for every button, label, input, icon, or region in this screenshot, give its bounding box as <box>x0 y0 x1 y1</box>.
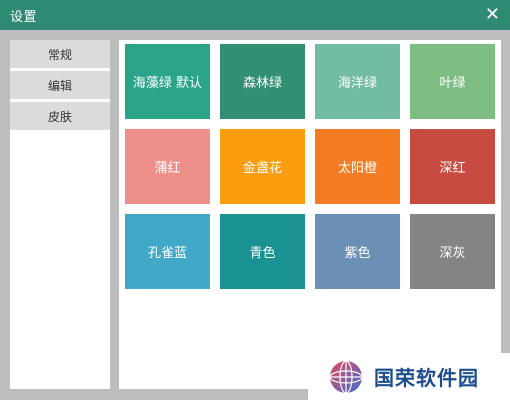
skin-swatch-purple[interactable]: 紫色 <box>315 214 400 289</box>
skin-label: 深红 <box>439 161 466 176</box>
skin-swatch-seaweed-green[interactable]: 海藻绿 默认 <box>125 44 210 119</box>
skin-label: 青色 <box>249 246 276 261</box>
skin-grid: 海藻绿 默认 森林绿 海洋绿 叶绿 蒲红 金盏花 太阳橙 深红 孔雀蓝 青色 紫… <box>125 44 495 289</box>
skin-label: 海洋绿 <box>337 76 377 91</box>
close-icon[interactable]: ✕ <box>485 6 500 24</box>
watermark: 国荣软件园 <box>308 353 510 400</box>
watermark-text: 国荣软件园 <box>374 366 479 390</box>
skin-swatch-pink[interactable]: 蒲红 <box>125 129 210 204</box>
skin-label: 深灰 <box>439 246 466 261</box>
skin-label: 金盏花 <box>242 161 282 176</box>
skin-label: 太阳橙 <box>337 161 377 176</box>
title-bar: 设置 ✕ <box>0 0 510 30</box>
window-title: 设置 <box>10 9 38 25</box>
sidebar-item-label: 编辑 <box>47 78 72 93</box>
skin-swatch-forest-green[interactable]: 森林绿 <box>220 44 305 119</box>
skin-swatch-sun-orange[interactable]: 太阳橙 <box>315 129 400 204</box>
skin-swatch-cyan[interactable]: 青色 <box>220 214 305 289</box>
sidebar-item-general[interactable]: 常规 <box>10 40 110 68</box>
skin-label: 蒲红 <box>154 161 181 176</box>
skin-label: 叶绿 <box>439 76 466 91</box>
skin-swatch-dark-gray[interactable]: 深灰 <box>410 214 495 289</box>
skin-swatch-dark-red[interactable]: 深红 <box>410 129 495 204</box>
globe-logo-icon <box>329 359 363 394</box>
skin-swatch-leaf-green[interactable]: 叶绿 <box>410 44 495 119</box>
settings-sidebar: 常规 编辑 皮肤 <box>10 40 110 389</box>
skin-panel: 海藻绿 默认 森林绿 海洋绿 叶绿 蒲红 金盏花 太阳橙 深红 孔雀蓝 青色 紫… <box>119 40 501 389</box>
skin-swatch-peacock-blue[interactable]: 孔雀蓝 <box>125 214 210 289</box>
sidebar-item-label: 皮肤 <box>47 109 72 124</box>
sidebar-item-edit[interactable]: 编辑 <box>10 71 110 99</box>
sidebar-item-label: 常规 <box>47 47 72 62</box>
skin-label: 紫色 <box>344 246 371 261</box>
sidebar-item-skin[interactable]: 皮肤 <box>10 102 110 130</box>
skin-label: 海藻绿 默认 <box>132 76 203 91</box>
skin-swatch-ocean-green[interactable]: 海洋绿 <box>315 44 400 119</box>
skin-label: 孔雀蓝 <box>147 246 187 261</box>
skin-label: 森林绿 <box>242 76 282 91</box>
skin-swatch-marigold[interactable]: 金盏花 <box>220 129 305 204</box>
